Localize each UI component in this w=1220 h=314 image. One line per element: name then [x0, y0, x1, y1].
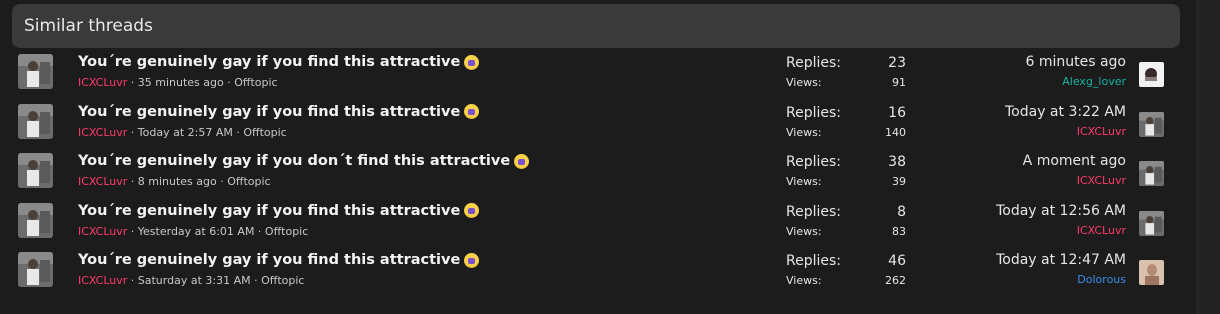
thread-title-link[interactable]: You´re genuinely gay if you find this at… [78, 252, 480, 268]
meta-text: · 35 minutes ago · Offtopic [127, 76, 278, 89]
author-link[interactable]: ICXCLuvr [78, 126, 127, 139]
views-label: Views: [786, 175, 822, 188]
author-link[interactable]: ICXCLuvr [78, 274, 127, 287]
thread-meta: ICXCLuvr · Yesterday at 6:01 AM · Offtop… [78, 225, 308, 238]
thread-title-link[interactable]: You´re genuinely gay if you find this at… [78, 104, 480, 120]
replies-count: 23 [888, 55, 906, 71]
avatar[interactable] [18, 54, 53, 89]
meta-text: · Saturday at 3:31 AM · Offtopic [127, 274, 305, 287]
thread-meta: ICXCLuvr · Saturday at 3:31 AM · Offtopi… [78, 274, 304, 287]
thread-title[interactable]: You´re genuinely gay if you find this at… [78, 104, 460, 120]
thread-row[interactable]: You´re genuinely gay if you find this at… [12, 48, 1180, 98]
thread-title-link[interactable]: You´re genuinely gay if you don´t find t… [78, 153, 530, 169]
last-poster-avatar[interactable] [1139, 210, 1164, 236]
replies-label: Replies: [786, 154, 842, 170]
similar-threads-block: Similar threads You´re genuinely gay if … [12, 4, 1180, 296]
replies-count: 16 [888, 104, 906, 121]
thread-row[interactable]: You´re genuinely gay if you don´t find t… [12, 147, 1180, 197]
replies-count: 46 [888, 253, 906, 269]
views-count: 83 [892, 224, 906, 238]
replies-count: 38 [888, 154, 906, 170]
views-count: 140 [885, 125, 906, 139]
thread-title-link[interactable]: You´re genuinely gay if you find this at… [78, 203, 480, 219]
last-post-time[interactable]: Today at 3:22 AM [1005, 104, 1126, 120]
block-title: Similar threads [24, 16, 153, 36]
last-poster-link[interactable]: ICXCLuvr [1077, 125, 1126, 138]
emoji-icon [514, 153, 530, 169]
last-poster-link[interactable]: ICXCLuvr [1077, 174, 1126, 187]
author-link[interactable]: ICXCLuvr [78, 175, 127, 188]
thread-meta: ICXCLuvr · 8 minutes ago · Offtopic [78, 175, 271, 188]
meta-text: · 8 minutes ago · Offtopic [127, 175, 271, 188]
views-label: Views: [786, 125, 822, 139]
scrollbar-track[interactable] [1196, 0, 1220, 314]
replies-count: 8 [897, 203, 906, 220]
author-link[interactable]: ICXCLuvr [78, 225, 127, 238]
views-label: Views: [786, 76, 822, 89]
replies-label: Replies: [786, 203, 842, 220]
last-poster-avatar[interactable] [1139, 62, 1164, 87]
views-label: Views: [786, 224, 822, 238]
thread-title[interactable]: You´re genuinely gay if you find this at… [78, 54, 460, 70]
avatar[interactable] [18, 103, 53, 139]
thread-title[interactable]: You´re genuinely gay if you find this at… [78, 203, 460, 219]
replies-label: Replies: [786, 253, 842, 269]
views-count: 91 [892, 76, 906, 89]
thread-title[interactable]: You´re genuinely gay if you find this at… [78, 252, 460, 268]
replies-label: Replies: [786, 55, 842, 71]
block-header: Similar threads [12, 4, 1180, 48]
thread-title-link[interactable]: You´re genuinely gay if you find this at… [78, 54, 480, 70]
avatar[interactable] [18, 202, 53, 238]
last-poster-avatar[interactable] [1139, 111, 1164, 137]
last-poster-link[interactable]: ICXCLuvr [1077, 224, 1126, 237]
thread-meta: ICXCLuvr · 35 minutes ago · Offtopic [78, 76, 278, 89]
author-link[interactable]: ICXCLuvr [78, 76, 127, 89]
last-post-time[interactable]: Today at 12:56 AM [996, 203, 1126, 219]
last-post-time[interactable]: A moment ago [1023, 153, 1126, 169]
thread-row[interactable]: You´re genuinely gay if you find this at… [12, 98, 1180, 148]
last-poster-avatar[interactable] [1139, 260, 1164, 285]
last-post-time[interactable]: 6 minutes ago [1025, 54, 1126, 70]
thread-title[interactable]: You´re genuinely gay if you don´t find t… [78, 153, 510, 169]
views-count: 39 [892, 175, 906, 188]
emoji-icon [464, 252, 480, 268]
views-label: Views: [786, 274, 822, 287]
emoji-icon [464, 104, 480, 119]
last-poster-avatar[interactable] [1139, 161, 1164, 186]
thread-row[interactable]: You´re genuinely gay if you find this at… [12, 246, 1180, 296]
last-post-time[interactable]: Today at 12:47 AM [996, 252, 1126, 268]
views-count: 262 [885, 274, 906, 287]
last-poster-link[interactable]: Alexg_lover [1062, 75, 1126, 88]
emoji-icon [464, 54, 480, 70]
thread-meta: ICXCLuvr · Today at 2:57 AM · Offtopic [78, 126, 287, 139]
avatar[interactable] [18, 252, 53, 287]
meta-text: · Yesterday at 6:01 AM · Offtopic [127, 224, 309, 238]
thread-row[interactable]: You´re genuinely gay if you find this at… [12, 197, 1180, 247]
avatar[interactable] [18, 153, 53, 188]
replies-label: Replies: [786, 104, 842, 121]
emoji-icon [464, 203, 480, 218]
last-poster-link[interactable]: Dolorous [1077, 273, 1126, 286]
thread-list: You´re genuinely gay if you find this at… [12, 48, 1180, 296]
meta-text: · Today at 2:57 AM · Offtopic [127, 125, 287, 139]
